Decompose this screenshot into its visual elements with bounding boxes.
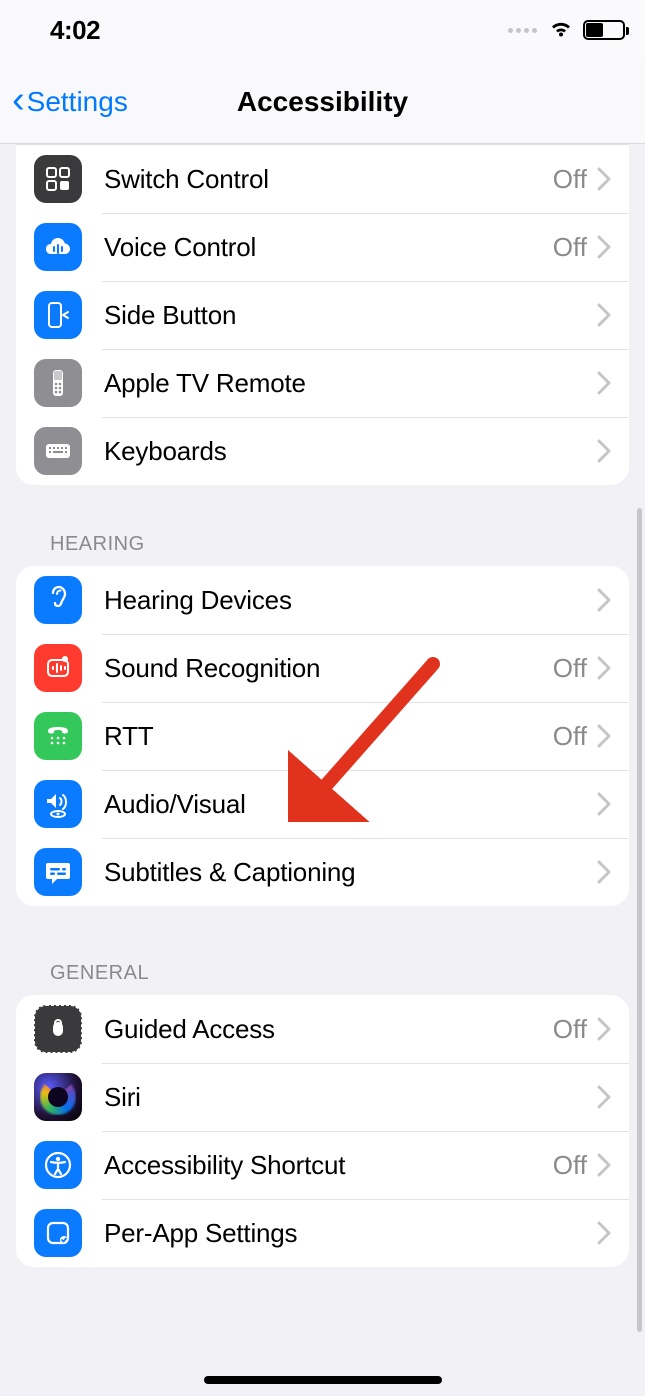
rtt-phone-icon [34, 712, 82, 760]
wifi-icon [547, 18, 575, 43]
row-label: Voice Control [104, 232, 553, 263]
group-hearing: Hearing Devices Sound Recognition Off [16, 566, 629, 906]
row-label: Siri [104, 1082, 587, 1113]
row-keyboards[interactable]: Keyboards [16, 417, 629, 485]
section-header-general: GENERAL [50, 962, 629, 985]
keyboard-icon [34, 427, 82, 475]
ear-icon [34, 576, 82, 624]
row-label: Switch Control [104, 164, 553, 195]
sound-recognition-icon [34, 644, 82, 692]
row-value: Off [553, 164, 587, 195]
guided-access-icon [34, 1005, 82, 1053]
appletv-remote-icon [34, 359, 82, 407]
navigation-bar: ‹ Settings Accessibility [0, 60, 645, 144]
per-app-settings-icon [34, 1209, 82, 1257]
row-switch-control[interactable]: Switch Control Off [16, 145, 629, 213]
row-subtitles-captioning[interactable]: Subtitles & Captioning [16, 838, 629, 906]
row-value: Off [553, 232, 587, 263]
row-value: Off [553, 653, 587, 684]
chevron-right-icon [597, 1085, 611, 1109]
row-label: Sound Recognition [104, 653, 553, 684]
row-audio-visual[interactable]: Audio/Visual [16, 770, 629, 838]
siri-icon [34, 1073, 82, 1121]
row-sound-recognition[interactable]: Sound Recognition Off [16, 634, 629, 702]
chevron-right-icon [597, 656, 611, 680]
row-label: Audio/Visual [104, 789, 587, 820]
status-time: 4:02 [50, 15, 100, 46]
row-label: Keyboards [104, 436, 587, 467]
side-button-icon [34, 291, 82, 339]
row-value: Off [553, 721, 587, 752]
row-siri[interactable]: Siri [16, 1063, 629, 1131]
voice-control-icon [34, 223, 82, 271]
row-label: Apple TV Remote [104, 368, 587, 399]
row-guided-access[interactable]: Guided Access Off [16, 995, 629, 1063]
section-header-hearing: HEARING [50, 533, 629, 556]
row-label: RTT [104, 721, 553, 752]
status-bar: 4:02 [0, 0, 645, 60]
chevron-right-icon [597, 303, 611, 327]
battery-icon [583, 20, 625, 40]
status-indicators [508, 18, 625, 43]
row-label: Accessibility Shortcut [104, 1150, 553, 1181]
home-indicator [204, 1376, 442, 1384]
accessibility-settings-screen: 4:02 ‹ Settings Accessibility [0, 0, 645, 1396]
group-physical: Switch Control Off Voice Control Off Sid… [16, 144, 629, 485]
group-general: Guided Access Off Siri Accessibility Sho… [16, 995, 629, 1267]
accessibility-person-icon [34, 1141, 82, 1189]
chevron-right-icon [597, 1221, 611, 1245]
row-apple-tv-remote[interactable]: Apple TV Remote [16, 349, 629, 417]
scroll-indicator [637, 508, 642, 1332]
row-voice-control[interactable]: Voice Control Off [16, 213, 629, 281]
chevron-right-icon [597, 439, 611, 463]
row-side-button[interactable]: Side Button [16, 281, 629, 349]
row-label: Guided Access [104, 1014, 553, 1045]
cell-signal-placeholder-icon [508, 28, 537, 33]
row-value: Off [553, 1150, 587, 1181]
back-label: Settings [27, 86, 128, 118]
content-scroll[interactable]: Switch Control Off Voice Control Off Sid… [0, 144, 645, 1396]
switch-control-icon [34, 155, 82, 203]
chevron-right-icon [597, 588, 611, 612]
chevron-left-icon: ‹ [12, 81, 25, 119]
row-per-app-settings[interactable]: Per-App Settings [16, 1199, 629, 1267]
row-hearing-devices[interactable]: Hearing Devices [16, 566, 629, 634]
chevron-right-icon [597, 1017, 611, 1041]
back-button[interactable]: ‹ Settings [12, 85, 128, 119]
row-rtt[interactable]: RTT Off [16, 702, 629, 770]
subtitles-icon [34, 848, 82, 896]
chevron-right-icon [597, 371, 611, 395]
row-label: Side Button [104, 300, 587, 331]
audio-visual-icon [34, 780, 82, 828]
chevron-right-icon [597, 167, 611, 191]
chevron-right-icon [597, 235, 611, 259]
row-label: Per-App Settings [104, 1218, 587, 1249]
chevron-right-icon [597, 1153, 611, 1177]
chevron-right-icon [597, 724, 611, 748]
chevron-right-icon [597, 860, 611, 884]
row-label: Subtitles & Captioning [104, 857, 587, 888]
row-value: Off [553, 1014, 587, 1045]
row-label: Hearing Devices [104, 585, 587, 616]
row-accessibility-shortcut[interactable]: Accessibility Shortcut Off [16, 1131, 629, 1199]
chevron-right-icon [597, 792, 611, 816]
